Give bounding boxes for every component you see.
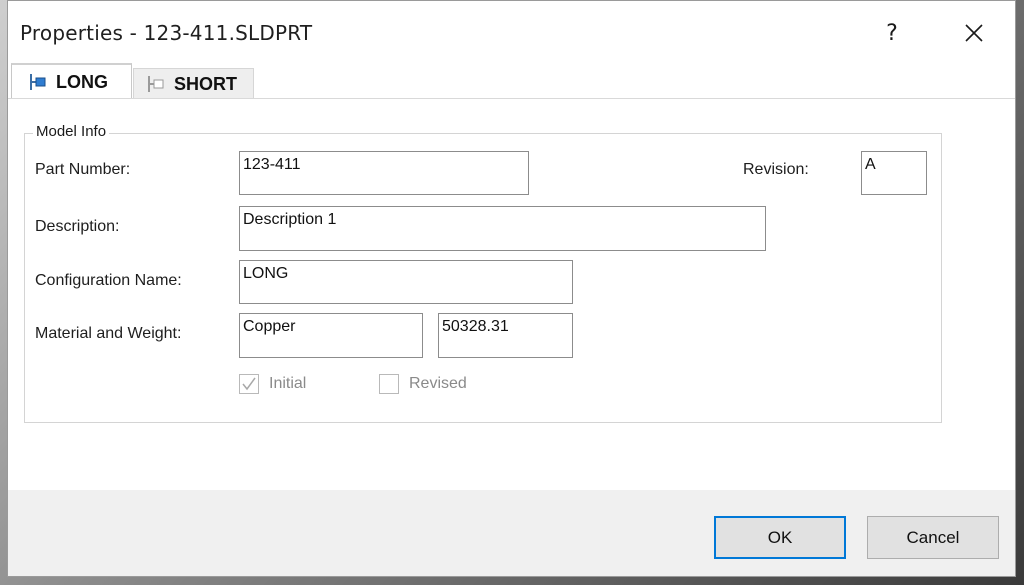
configuration-icon — [148, 76, 164, 92]
description-label: Description: — [35, 218, 120, 235]
material-field[interactable]: Copper — [239, 313, 423, 358]
help-button[interactable]: ? — [869, 11, 915, 55]
initial-label: Initial — [269, 375, 307, 392]
description-field[interactable]: Description 1 — [239, 206, 766, 251]
revised-checkbox[interactable]: Revised — [379, 374, 467, 394]
part-number-field[interactable]: 123-411 — [239, 151, 529, 195]
configuration-name-field[interactable]: LONG — [239, 260, 573, 304]
close-button[interactable] — [951, 11, 997, 55]
tab-short-label: SHORT — [174, 73, 237, 94]
initial-checkbox[interactable]: Initial — [239, 374, 306, 394]
tab-long-label: LONG — [56, 71, 108, 92]
material-weight-label: Material and Weight: — [35, 325, 182, 342]
properties-dialog: Properties - 123-411.SLDPRT ? LONG SHORT — [7, 0, 1016, 577]
tab-long[interactable]: LONG — [11, 63, 132, 99]
close-icon — [965, 24, 983, 42]
revised-checkbox-box — [379, 374, 399, 394]
configuration-tabs: LONG SHORT — [11, 63, 511, 99]
part-number-label: Part Number: — [35, 161, 131, 178]
revision-field[interactable]: A — [861, 151, 927, 195]
checkmark-icon — [242, 377, 256, 391]
cancel-button[interactable]: Cancel — [867, 516, 999, 559]
initial-checkbox-box — [239, 374, 259, 394]
weight-field[interactable]: 50328.31 — [438, 313, 573, 358]
model-info-title: Model Info — [33, 123, 110, 140]
revision-label: Revision: — [743, 161, 809, 178]
button-bar: OK Cancel — [8, 490, 1015, 576]
configuration-name-label: Configuration Name: — [35, 272, 182, 289]
tab-content: Model Info Part Number: 123-411 Revision… — [8, 98, 1015, 491]
revised-label: Revised — [409, 375, 467, 392]
model-info-group: Model Info Part Number: 123-411 Revision… — [24, 123, 942, 423]
window-title: Properties - 123-411.SLDPRT — [20, 21, 313, 45]
title-bar: Properties - 123-411.SLDPRT ? — [8, 1, 1015, 63]
tab-short[interactable]: SHORT — [133, 68, 254, 99]
ok-button[interactable]: OK — [714, 516, 846, 559]
configuration-icon — [30, 74, 46, 90]
